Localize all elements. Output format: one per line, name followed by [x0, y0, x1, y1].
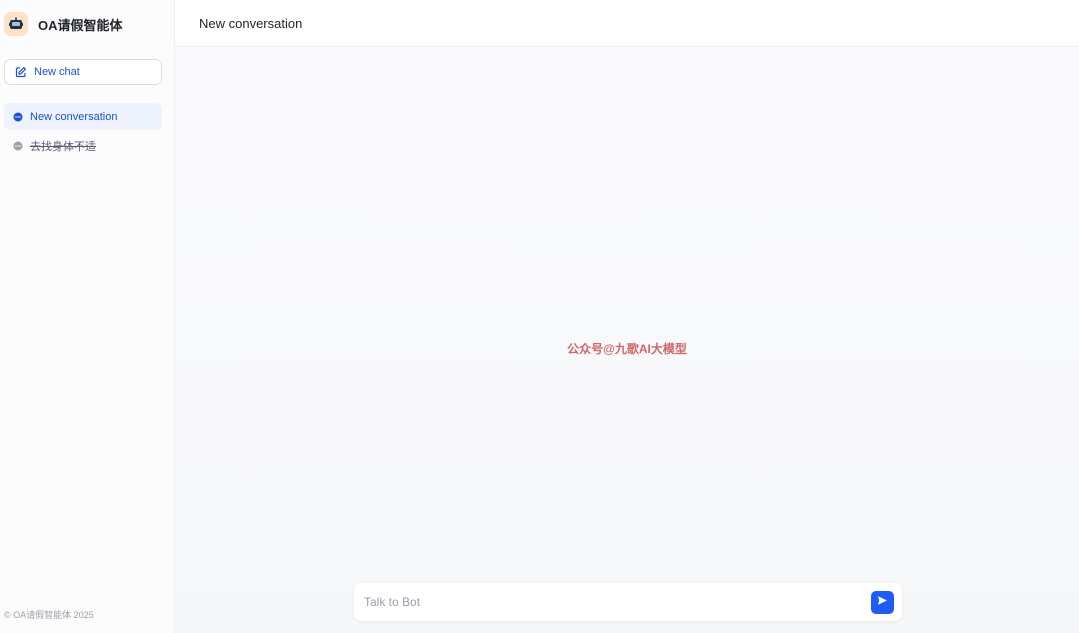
new-chat-button[interactable]: New chat — [4, 59, 162, 85]
conversation-item-sick[interactable]: 去找身体不适 — [4, 132, 162, 159]
send-icon — [877, 593, 888, 611]
new-chat-label: New chat — [34, 66, 80, 78]
brand: OA请假智能体 — [4, 10, 123, 38]
main-panel: New conversation 公众号@九歌AI大模型 — [175, 0, 1079, 633]
chat-bubble-icon — [13, 112, 23, 122]
conversation-list: New conversation 去找身体不适 — [4, 103, 162, 161]
message-composer — [354, 583, 902, 621]
robot-icon — [4, 12, 28, 36]
footer-copyright: © OA请假智能体 2025 — [4, 610, 94, 620]
conversation-label: 去找身体不适 — [30, 140, 96, 153]
chat-bubble-icon — [13, 141, 23, 151]
watermark-text: 公众号@九歌AI大模型 — [567, 342, 687, 356]
send-button[interactable] — [871, 590, 894, 614]
conversation-label: New conversation — [30, 110, 118, 123]
sidebar: OA请假智能体 New chat New conversation 去找身体不适… — [0, 0, 175, 633]
app-title: OA请假智能体 — [38, 17, 123, 33]
header-bar: New conversation — [175, 0, 1079, 47]
message-input[interactable] — [364, 595, 871, 609]
app-root: OA请假智能体 New chat New conversation 去找身体不适… — [0, 0, 1079, 633]
edit-icon — [15, 66, 28, 79]
page-title: New conversation — [199, 15, 303, 31]
conversation-item-new[interactable]: New conversation — [4, 103, 162, 130]
